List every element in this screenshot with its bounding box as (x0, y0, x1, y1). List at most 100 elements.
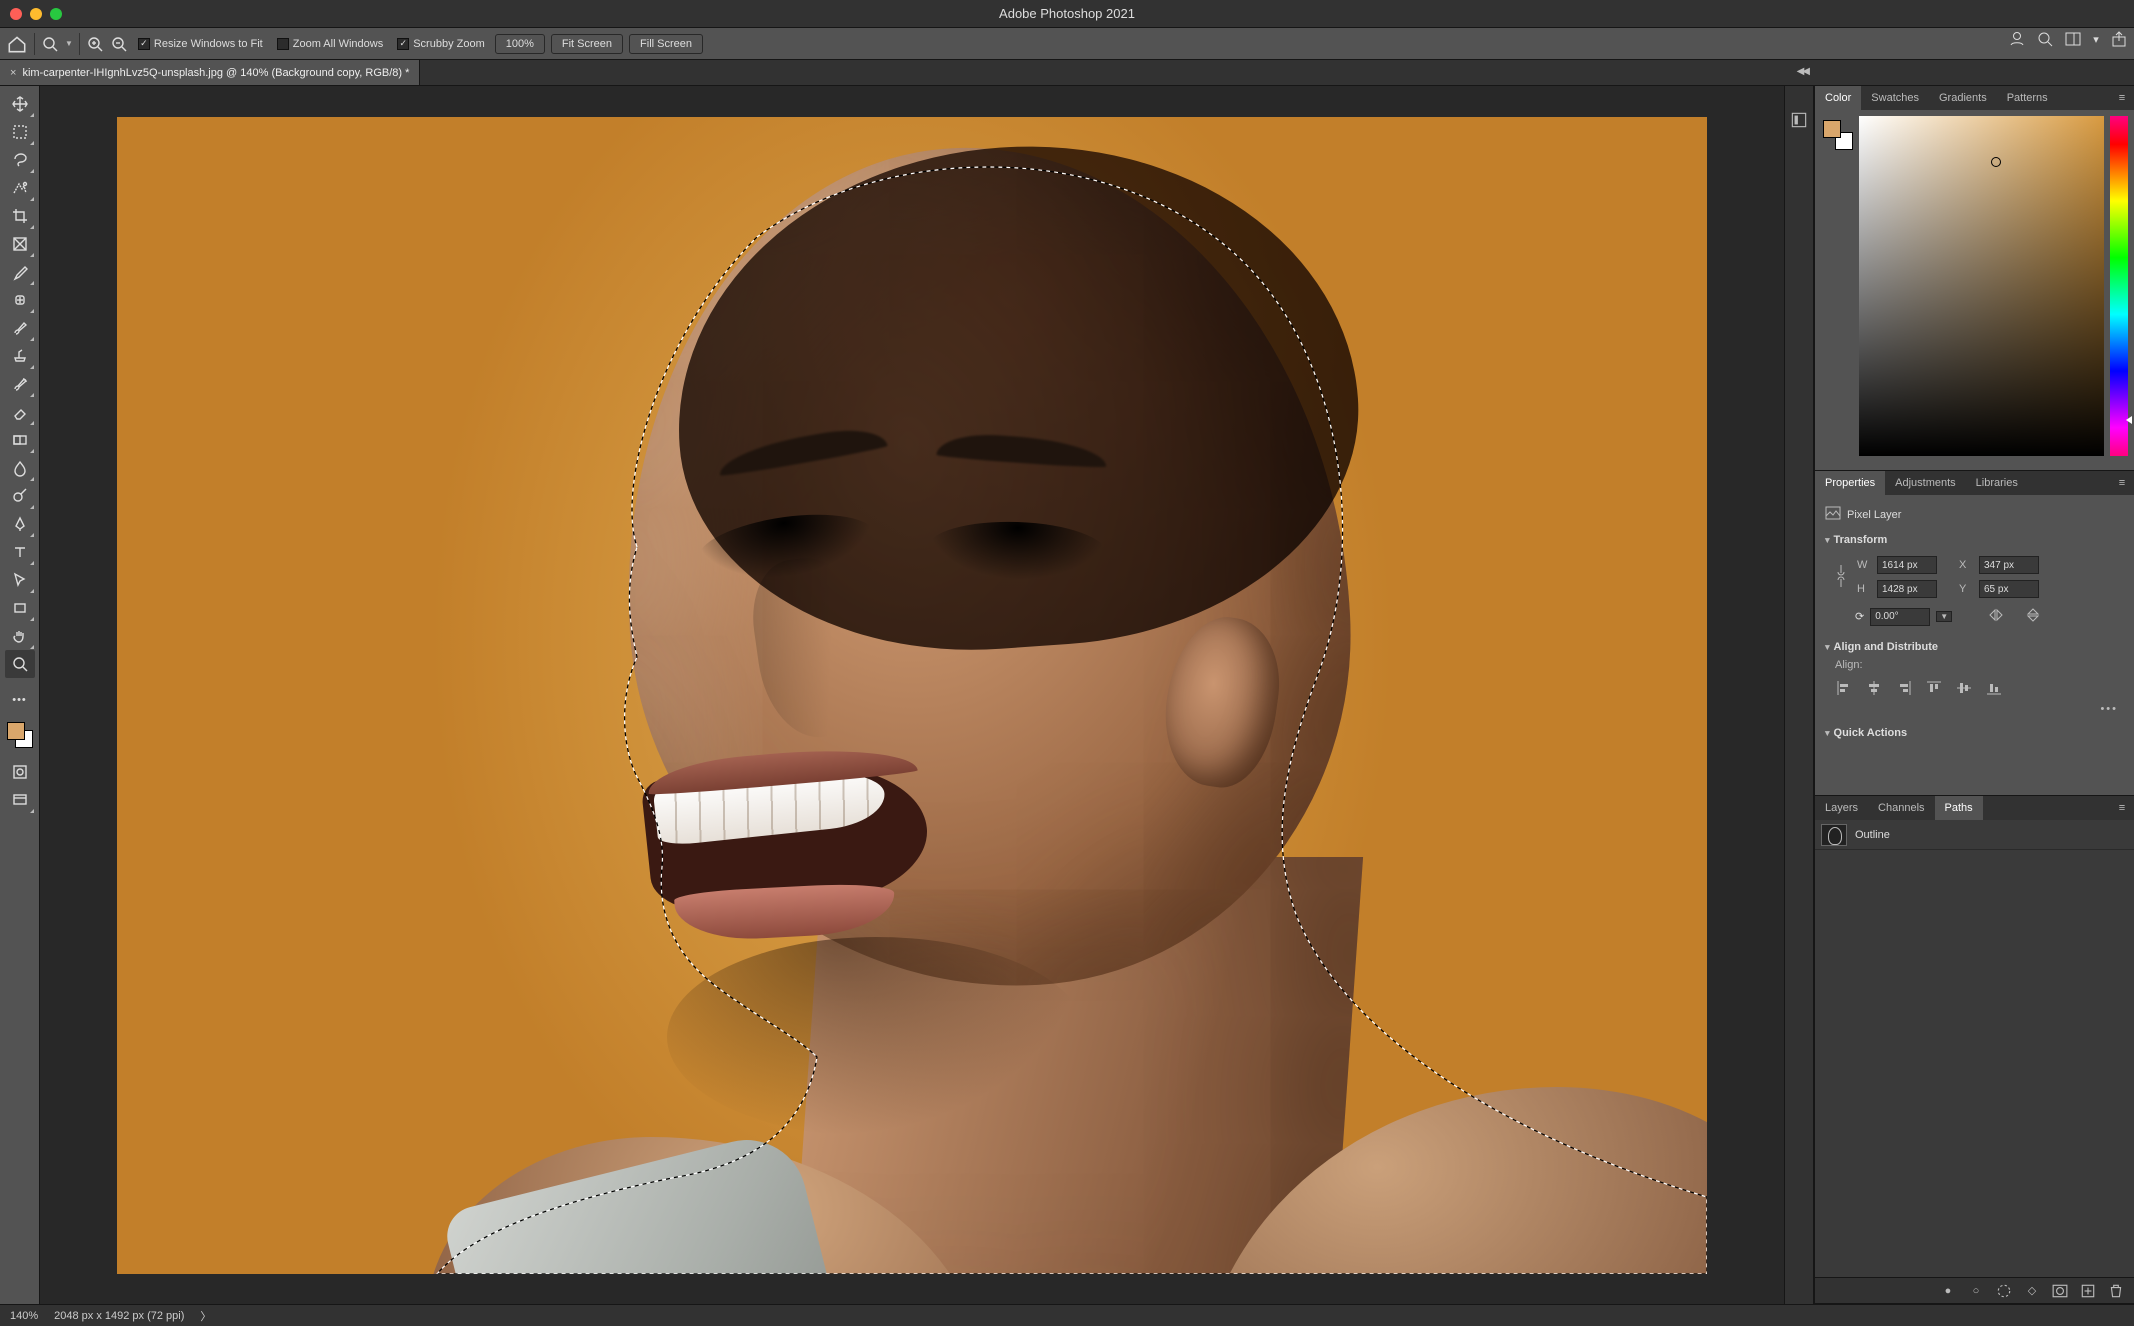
transform-section-toggle[interactable]: ▸Transform (1825, 530, 2124, 550)
gradient-tool[interactable] (5, 426, 35, 454)
align-bottom-icon[interactable] (1985, 679, 2003, 697)
angle-dropdown[interactable]: ▼ (1936, 611, 1952, 622)
align-right-icon[interactable] (1895, 679, 1913, 697)
align-section-toggle[interactable]: ▸Align and Distribute (1825, 637, 2124, 657)
color-panel-swatches[interactable] (1823, 120, 1853, 150)
fill-screen-button[interactable]: Fill Screen (629, 34, 703, 54)
blur-tool[interactable] (5, 454, 35, 482)
flip-horizontal-icon[interactable] (1988, 608, 2004, 625)
tab-paths[interactable]: Paths (1935, 796, 1983, 820)
workspace-icon[interactable] (2064, 30, 2082, 48)
foreground-background-swatches[interactable] (5, 720, 35, 750)
history-panel-icon[interactable] (1789, 110, 1809, 130)
dodge-tool[interactable] (5, 482, 35, 510)
panel-menu-icon[interactable]: ≡ (2110, 471, 2134, 495)
checkbox-icon[interactable] (397, 38, 409, 50)
hue-slider-indicator[interactable] (2126, 416, 2132, 424)
hand-tool[interactable] (5, 622, 35, 650)
tab-swatches[interactable]: Swatches (1861, 86, 1929, 110)
close-tab-icon[interactable]: × (10, 67, 16, 79)
tab-color[interactable]: Color (1815, 86, 1861, 110)
color-picker-indicator[interactable] (1991, 157, 2001, 167)
workspace-dropdown-icon[interactable]: ▾ (2092, 30, 2100, 48)
zoom-out-icon[interactable] (110, 35, 128, 53)
panel-menu-icon[interactable]: ≡ (2110, 796, 2134, 820)
quick-mask-button[interactable] (5, 758, 35, 786)
crop-tool[interactable] (5, 202, 35, 230)
new-path-icon[interactable] (2080, 1283, 2096, 1299)
tab-layers[interactable]: Layers (1815, 796, 1868, 820)
zoom-tool[interactable] (5, 650, 35, 678)
document-tab[interactable]: × kim-carpenter-IHIgnhLvz5Q-unsplash.jpg… (0, 60, 420, 85)
zoom-all-windows-option[interactable]: Zoom All Windows (273, 38, 387, 50)
rectangle-tool[interactable] (5, 594, 35, 622)
path-item[interactable]: Outline (1815, 820, 2134, 850)
cloud-documents-icon[interactable] (2008, 30, 2026, 48)
fit-screen-button[interactable]: Fit Screen (551, 34, 623, 54)
path-selection-tool[interactable] (5, 566, 35, 594)
document-canvas[interactable] (117, 117, 1707, 1274)
type-tool[interactable] (5, 538, 35, 566)
link-wh-icon[interactable] (1835, 563, 1847, 592)
tab-channels[interactable]: Channels (1868, 796, 1934, 820)
add-mask-icon[interactable] (2052, 1283, 2068, 1299)
share-icon[interactable] (2110, 30, 2128, 48)
edit-toolbar-button[interactable]: ••• (5, 686, 35, 714)
align-top-icon[interactable] (1925, 679, 1943, 697)
collapsed-panel-dock[interactable] (1784, 86, 1814, 1304)
tool-preset-dropdown[interactable]: ▼ (65, 39, 73, 48)
delete-path-icon[interactable] (2108, 1283, 2124, 1299)
eyedropper-tool[interactable] (5, 258, 35, 286)
canvas-area[interactable] (40, 86, 1784, 1304)
foreground-color-swatch[interactable] (1823, 120, 1841, 138)
stroke-path-icon[interactable]: ○ (1968, 1283, 1984, 1299)
move-tool[interactable] (5, 90, 35, 118)
flip-vertical-icon[interactable] (2026, 607, 2040, 626)
width-input[interactable] (1877, 556, 1937, 574)
panel-menu-icon[interactable]: ≡ (2110, 86, 2134, 110)
clone-stamp-tool[interactable] (5, 342, 35, 370)
selection-to-path-icon[interactable]: ◇ (2024, 1283, 2040, 1299)
tab-libraries[interactable]: Libraries (1966, 471, 2028, 495)
quick-selection-tool[interactable] (5, 174, 35, 202)
frame-tool[interactable] (5, 230, 35, 258)
align-left-icon[interactable] (1835, 679, 1853, 697)
lasso-tool[interactable] (5, 146, 35, 174)
scrubby-zoom-option[interactable]: Scrubby Zoom (393, 38, 489, 50)
home-button[interactable] (6, 33, 28, 55)
checkbox-icon[interactable] (138, 38, 150, 50)
align-hcenter-icon[interactable] (1865, 679, 1883, 697)
x-input[interactable] (1979, 556, 2039, 574)
path-to-selection-icon[interactable] (1996, 1283, 2012, 1299)
tab-patterns[interactable]: Patterns (1997, 86, 2058, 110)
search-icon[interactable] (2036, 30, 2054, 48)
align-more-button[interactable]: ••• (1835, 703, 2124, 715)
color-picker-field[interactable] (1859, 116, 2104, 456)
align-vcenter-icon[interactable] (1955, 679, 1973, 697)
status-info-dropdown[interactable]: 〉 (200, 1308, 211, 1324)
path-name-label[interactable]: Outline (1855, 829, 1890, 841)
checkbox-icon[interactable] (277, 38, 289, 50)
healing-brush-tool[interactable] (5, 286, 35, 314)
y-input[interactable] (1979, 580, 2039, 598)
resize-windows-option[interactable]: Resize Windows to Fit (134, 38, 267, 50)
screen-mode-button[interactable] (5, 786, 35, 814)
foreground-color-swatch[interactable] (7, 722, 25, 740)
angle-input[interactable] (1870, 608, 1930, 626)
quick-actions-section-toggle[interactable]: ▸Quick Actions (1825, 723, 2124, 743)
pen-tool[interactable] (5, 510, 35, 538)
window-close-button[interactable] (10, 8, 22, 20)
panel-collapse-toggle[interactable]: ◀◀ (1797, 66, 1808, 77)
tab-properties[interactable]: Properties (1815, 471, 1885, 495)
height-input[interactable] (1877, 580, 1937, 598)
tab-adjustments[interactable]: Adjustments (1885, 471, 1966, 495)
zoom-100-button[interactable]: 100% (495, 34, 545, 54)
brush-tool[interactable] (5, 314, 35, 342)
eraser-tool[interactable] (5, 398, 35, 426)
history-brush-tool[interactable] (5, 370, 35, 398)
window-maximize-button[interactable] (50, 8, 62, 20)
zoom-in-icon[interactable] (86, 35, 104, 53)
hue-slider[interactable] (2110, 116, 2128, 456)
fill-path-icon[interactable]: ● (1940, 1283, 1956, 1299)
tab-gradients[interactable]: Gradients (1929, 86, 1997, 110)
